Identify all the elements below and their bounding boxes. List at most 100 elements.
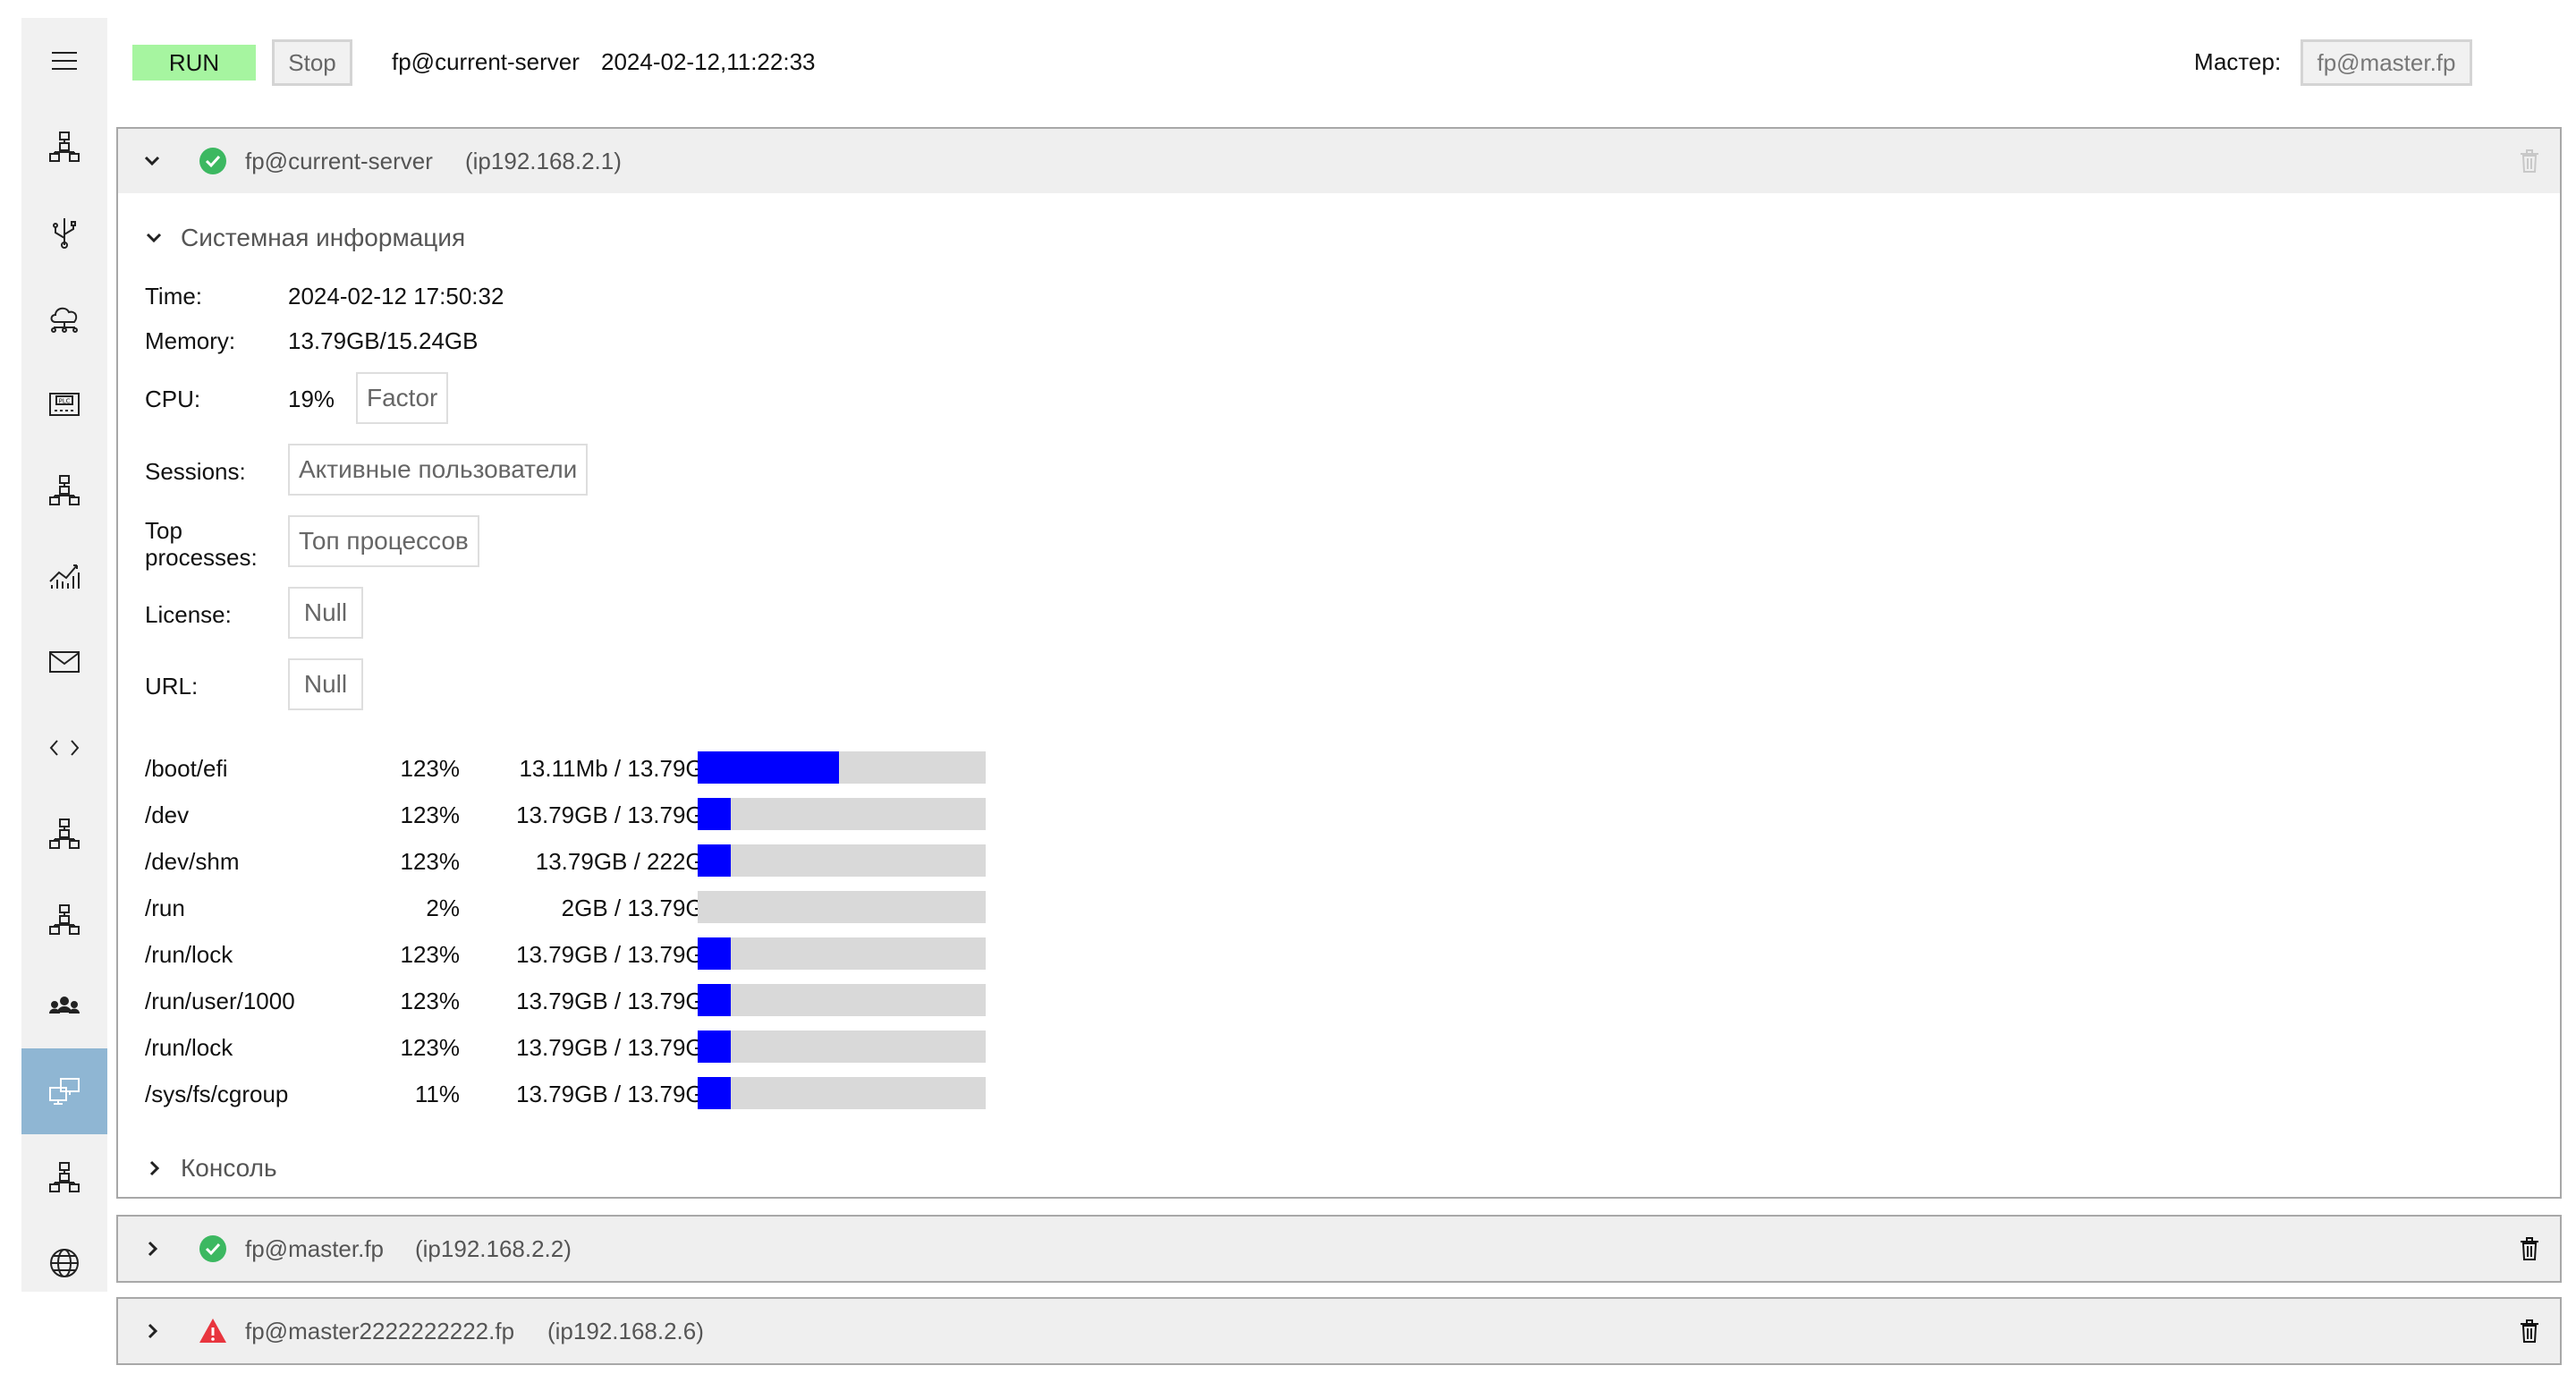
memory-label: Memory: xyxy=(145,327,236,354)
factor-button[interactable]: Factor xyxy=(356,372,449,424)
fs-percent: 123% xyxy=(400,1034,461,1061)
network-tree-icon xyxy=(49,904,80,935)
server-name: fp@master.fp xyxy=(245,1234,385,1262)
server-panel-header[interactable]: fp@master.fp (ip192.168.2.2) xyxy=(118,1217,2560,1281)
sidebar-item-cloud[interactable] xyxy=(21,276,107,361)
trash-icon[interactable] xyxy=(2515,147,2544,175)
server-ip: (ip192.168.2.6) xyxy=(547,1317,704,1344)
fs-size: 13.79GB / 222GB xyxy=(535,848,719,875)
fs-usage-bar xyxy=(698,1077,986,1109)
fs-usage-fill xyxy=(698,1030,732,1063)
trash-icon[interactable] xyxy=(2515,1317,2544,1345)
sidebar-item-network-5[interactable] xyxy=(21,1134,107,1220)
server-name: fp@current-server xyxy=(245,147,433,174)
fs-usage-bar xyxy=(698,751,986,784)
fs-row: /run 2% 2GB / 13.79GB xyxy=(145,891,1039,923)
fs-usage-fill xyxy=(698,1077,732,1109)
fs-path: /run/lock xyxy=(145,941,233,968)
mail-icon xyxy=(49,651,80,673)
fs-size: 13.79GB / 13.79GB xyxy=(516,988,719,1014)
fs-path: /run/lock xyxy=(145,1034,233,1061)
fs-size: 13.79GB / 13.79GB xyxy=(516,1081,719,1107)
fs-path: /run xyxy=(145,895,185,921)
chevron-right-icon[interactable] xyxy=(140,1236,165,1261)
server-panel: fp@master2222222222.fp (ip192.168.2.6) xyxy=(116,1297,2562,1365)
chevron-right-icon[interactable] xyxy=(140,1319,165,1344)
sidebar-item-usb[interactable] xyxy=(21,190,107,276)
trash-icon[interactable] xyxy=(2515,1234,2544,1263)
top-processes-label-2: processes: xyxy=(145,544,258,571)
fs-usage-fill xyxy=(698,844,732,877)
fs-size: 13.11Mb / 13.79GB xyxy=(519,755,719,782)
check-circle-icon xyxy=(199,147,227,175)
chevron-down-icon[interactable] xyxy=(140,148,165,174)
chevron-right-icon[interactable] xyxy=(143,1158,165,1179)
top-processes-button[interactable]: Топ процессов xyxy=(288,515,479,567)
sessions-label: Sessions: xyxy=(145,458,246,485)
time-value: 2024-02-12 17:50:32 xyxy=(288,283,504,310)
url-button[interactable]: Null xyxy=(288,658,363,710)
console-title[interactable]: Консоль xyxy=(181,1154,277,1183)
stop-button[interactable]: Stop xyxy=(272,39,352,86)
sidebar-item-globe[interactable] xyxy=(21,1220,107,1306)
active-users-button[interactable]: Активные пользователи xyxy=(288,444,589,496)
warning-icon xyxy=(199,1317,227,1345)
sidebar-item-network-3[interactable] xyxy=(21,791,107,877)
network-tree-icon xyxy=(49,1162,80,1192)
sidebar-item-network-2[interactable] xyxy=(21,447,107,533)
sidebar-item-code[interactable] xyxy=(21,705,107,791)
master-label: Мастер: xyxy=(2194,48,2282,75)
menu-button[interactable] xyxy=(21,18,107,104)
sidebar-item-plc[interactable]: PLC xyxy=(21,361,107,447)
fs-path: /boot/efi xyxy=(145,755,228,782)
server-panel: fp@current-server (ip192.168.2.1) Систем… xyxy=(116,127,2562,1199)
sidebar-item-mail[interactable] xyxy=(21,619,107,705)
chart-line-icon xyxy=(49,564,80,589)
menu-icon xyxy=(52,52,77,70)
svg-text:PLC: PLC xyxy=(58,398,70,405)
fs-usage-bar xyxy=(698,798,986,830)
server-panel: fp@master.fp (ip192.168.2.2) xyxy=(116,1215,2562,1283)
fs-usage-fill xyxy=(698,937,732,970)
fs-size: 2GB / 13.79GB xyxy=(561,895,719,921)
sidebar-item-servers[interactable] xyxy=(21,1048,107,1134)
fs-percent: 2% xyxy=(426,895,460,921)
license-button[interactable]: Null xyxy=(288,587,363,639)
current-datetime: 2024-02-12,11:22:33 xyxy=(601,48,816,75)
sidebar: PLC xyxy=(21,18,107,1292)
fs-usage-bar xyxy=(698,1030,986,1063)
server-name: fp@master2222222222.fp xyxy=(245,1317,515,1344)
fs-usage-fill xyxy=(698,984,732,1016)
fs-size: 13.79GB / 13.79GB xyxy=(516,802,719,828)
fs-row: /run/lock 123% 13.79GB / 13.79GB xyxy=(145,1030,1039,1063)
cpu-value: 19% xyxy=(288,386,335,412)
cpu-label: CPU: xyxy=(145,386,201,412)
server-ip: (ip192.168.2.2) xyxy=(415,1234,572,1262)
fs-path: /sys/fs/cgroup xyxy=(145,1081,289,1107)
run-button[interactable]: RUN xyxy=(132,45,256,81)
fs-usage-bar xyxy=(698,984,986,1016)
fs-row: /run/lock 123% 13.79GB / 13.79GB xyxy=(145,937,1039,970)
fs-usage-fill xyxy=(698,798,732,830)
chevron-down-icon[interactable] xyxy=(143,227,165,249)
sidebar-item-charts[interactable] xyxy=(21,533,107,619)
check-circle-icon xyxy=(199,1234,227,1263)
plc-icon: PLC xyxy=(49,393,80,416)
app-root: PLC RUN Stop fp@current-server 2024-02-1… xyxy=(0,0,2576,1374)
server-panel-header[interactable]: fp@master2222222222.fp (ip192.168.2.6) xyxy=(118,1299,2560,1363)
sysinfo-title[interactable]: Системная информация xyxy=(181,224,465,252)
server-panel-header[interactable]: fp@current-server (ip192.168.2.1) xyxy=(118,129,2560,193)
sidebar-item-network-4[interactable] xyxy=(21,877,107,963)
fs-row: /dev 123% 13.79GB / 13.79GB xyxy=(145,798,1039,830)
sidebar-item-users[interactable] xyxy=(21,963,107,1048)
network-tree-icon xyxy=(49,131,80,162)
fs-percent: 123% xyxy=(400,988,461,1014)
users-icon xyxy=(49,997,80,1014)
top-processes-label-1: Top xyxy=(145,517,182,544)
sidebar-item-network-1[interactable] xyxy=(21,104,107,190)
time-label: Time: xyxy=(145,283,203,310)
master-field[interactable]: fp@master.fp xyxy=(2301,39,2472,86)
network-tree-icon xyxy=(49,818,80,849)
network-tree-icon xyxy=(49,475,80,505)
usb-icon xyxy=(53,218,76,249)
